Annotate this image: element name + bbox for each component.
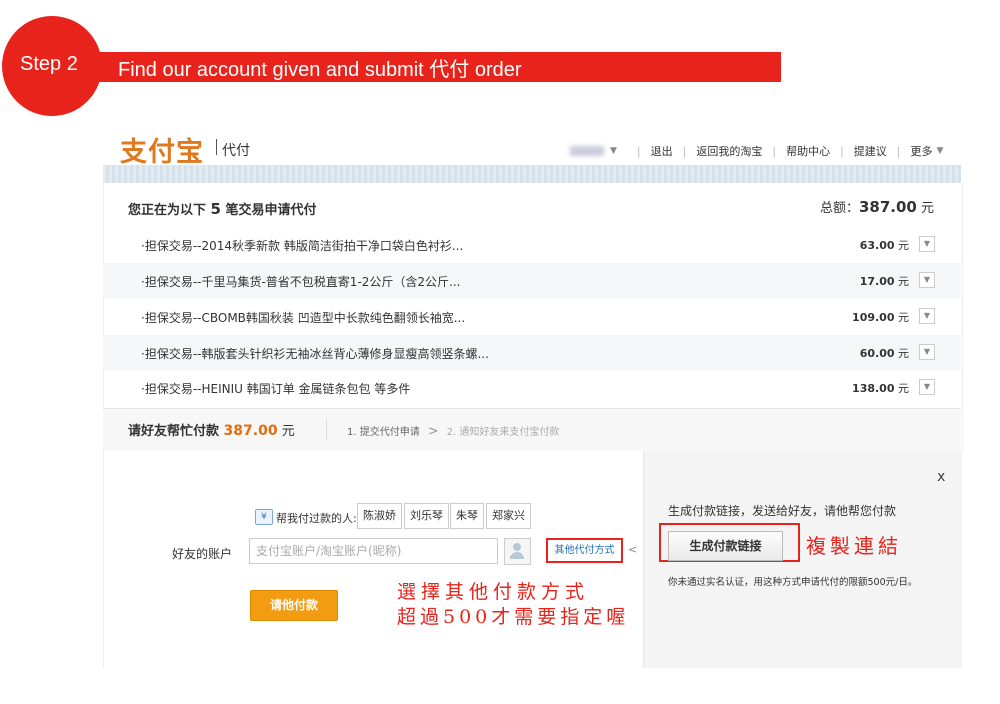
- friend-account-input[interactable]: 支付宝账户/淘宝账户(昵称): [249, 538, 498, 564]
- friend-chip[interactable]: 陈淑娇: [357, 503, 402, 529]
- expand-chevron-icon[interactable]: ▼: [919, 308, 935, 324]
- order-item-row: ·担保交易--2014秋季新款 韩版简洁街拍干净口袋白色衬衫... 63.00 …: [103, 227, 961, 262]
- order-item-amount: 109.00 元: [852, 311, 909, 324]
- payment-link-description: 生成付款链接，发送给好友，请他帮您付款: [668, 504, 897, 518]
- expand-chevron-icon[interactable]: ▼: [919, 272, 935, 288]
- generate-link-button[interactable]: 生成付款链接: [668, 531, 783, 561]
- person-icon: [513, 543, 521, 551]
- step-label: Step 2: [20, 53, 78, 75]
- expand-chevron-icon[interactable]: ▼: [919, 236, 935, 252]
- annotation-over-500: 超過500才需要指定喔: [397, 606, 630, 628]
- step-title: Find our account given and submit 代付 ord…: [118, 59, 522, 81]
- nav-divider: |: [896, 144, 901, 158]
- annotation-choose-other: 選擇其他付款方式: [397, 581, 590, 603]
- order-item-desc: ·担保交易--2014秋季新款 韩版简洁街拍干净口袋白色衬衫...: [141, 239, 464, 253]
- order-item-row: ·担保交易--韩版套头针织衫无袖冰丝背心薄修身显瘦高领竖条螺... 60.00 …: [103, 335, 961, 370]
- close-icon[interactable]: x: [937, 469, 945, 485]
- payer-history-label: 帮我付过款的人:: [276, 512, 357, 525]
- order-item-desc: ·担保交易--HEINIU 韩国订单 金属链条包包 等多件: [141, 382, 411, 396]
- step-arrow-icon: >: [427, 424, 439, 439]
- expand-chevron-icon[interactable]: ▼: [919, 344, 935, 360]
- more-dropdown-icon[interactable]: ▼: [937, 146, 944, 156]
- annotation-copy-link: 複製連結: [806, 534, 902, 558]
- order-item-row: ·担保交易--HEINIU 韩国订单 金属链条包包 等多件 138.00 元 ▼: [103, 370, 961, 405]
- step-1: 1. 提交代付申请: [347, 427, 420, 438]
- pay-summary-label: 请好友帮忙付款 387.00 元: [128, 423, 295, 439]
- pay-amount: 387.00: [223, 423, 278, 439]
- order-item-desc: ·担保交易--CBOMB韩国秋装 凹造型中长款纯色翻领长袖宽...: [141, 311, 466, 325]
- nav-more-link[interactable]: 更多: [911, 143, 933, 159]
- nav-divider: |: [636, 144, 641, 158]
- limit-note: 你未通过实名认证，用这种方式申请代付的限额500元/日。: [668, 577, 918, 588]
- header-band: [103, 165, 961, 183]
- top-nav: ▼ | 退出 | 返回我的淘宝 | 帮助中心 | 提建议 | 更多 ▼: [570, 143, 953, 159]
- order-total: 总额：387.00 元: [819, 198, 934, 216]
- progress-steps: 1. 提交代付申请 >2. 通知好友来支付宝付款: [347, 423, 559, 439]
- friend-chip[interactable]: 刘乐琴: [404, 503, 449, 529]
- payer-history-icon: ¥: [255, 509, 273, 525]
- collapse-arrow-icon[interactable]: <: [628, 543, 637, 556]
- expand-chevron-icon[interactable]: ▼: [919, 379, 935, 395]
- nav-divider: |: [840, 144, 844, 158]
- account-label: 好友的账户: [172, 547, 233, 561]
- order-item-amount: 138.00 元: [852, 382, 909, 395]
- step-2: 2. 通知好友来支付宝付款: [446, 427, 560, 438]
- divider: [326, 418, 327, 440]
- friend-chip[interactable]: 郑家兴: [486, 503, 531, 529]
- order-item-amount: 63.00 元: [859, 239, 909, 252]
- nav-divider: |: [772, 144, 777, 158]
- nav-help-link[interactable]: 帮助中心: [786, 143, 830, 159]
- order-item-desc: ·担保交易--千里马集货-普省不包税直寄1-2公斤（含2公斤...: [141, 275, 461, 289]
- contact-picker-button[interactable]: [504, 538, 531, 565]
- nav-logout-link[interactable]: 退出: [651, 143, 673, 159]
- request-payment-button[interactable]: 请他付款: [250, 590, 338, 621]
- order-item-row: ·担保交易--千里马集货-普省不包税直寄1-2公斤（含2公斤... 17.00 …: [103, 263, 961, 298]
- order-item-amount: 17.00 元: [859, 275, 909, 288]
- order-item-desc: ·担保交易--韩版套头针织衫无袖冰丝背心薄修身显瘦高领竖条螺...: [141, 347, 489, 361]
- nav-feedback-link[interactable]: 提建议: [854, 143, 887, 159]
- order-title: 您正在为以下 5 笔交易申请代付: [128, 200, 317, 218]
- order-count: 5: [210, 200, 221, 218]
- friend-chip[interactable]: 朱琴: [450, 503, 484, 529]
- logo-subtitle: 代付: [222, 143, 250, 159]
- username-blurred[interactable]: [570, 146, 604, 156]
- user-dropdown-icon[interactable]: ▼: [610, 146, 617, 156]
- order-item-amount: 60.00 元: [859, 347, 909, 360]
- logo-divider: [216, 139, 217, 155]
- nav-divider: |: [682, 144, 687, 158]
- alipay-logo[interactable]: 支付宝: [120, 130, 204, 169]
- other-payment-method-link[interactable]: 其他代付方式: [546, 538, 623, 563]
- nav-my-taobao-link[interactable]: 返回我的淘宝: [696, 143, 762, 159]
- order-item-row: ·担保交易--CBOMB韩国秋装 凹造型中长款纯色翻领长袖宽... 109.00…: [103, 299, 961, 334]
- total-amount: 387.00: [858, 198, 917, 216]
